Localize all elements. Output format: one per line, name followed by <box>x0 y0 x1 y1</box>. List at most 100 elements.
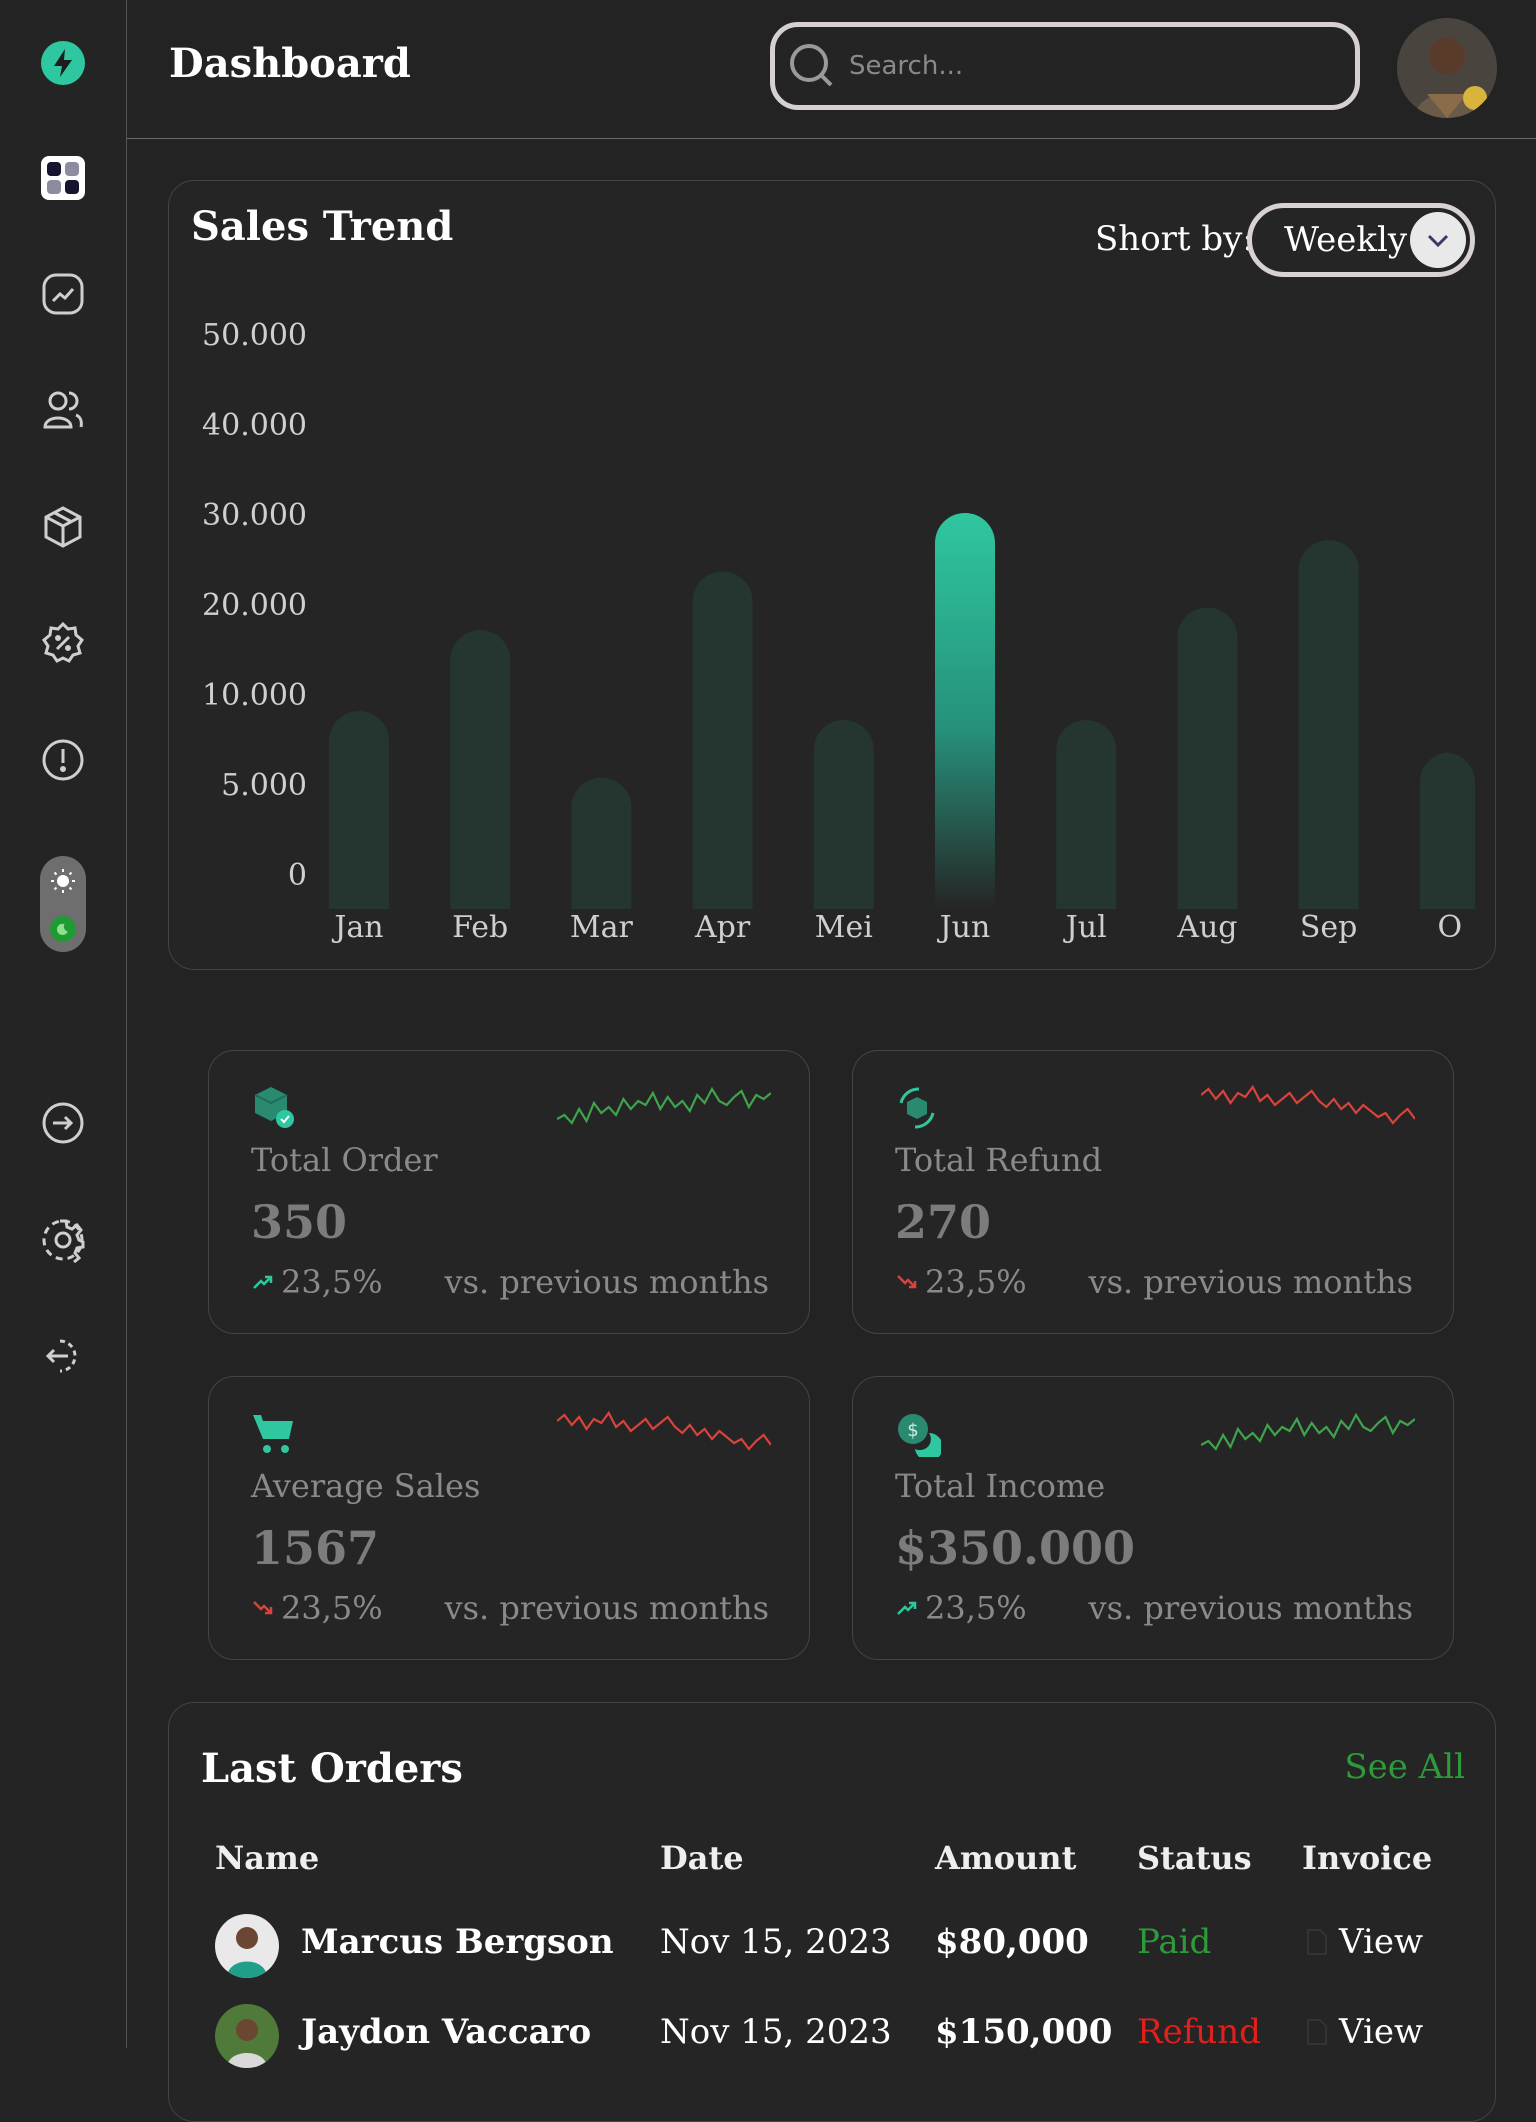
trend-up-icon <box>253 1275 273 1289</box>
chart-icon[interactable] <box>38 269 88 319</box>
stat-change: 23,5% <box>251 1589 383 1627</box>
search-box[interactable] <box>770 22 1360 110</box>
see-all-link[interactable]: See All <box>1344 1747 1465 1787</box>
x-tick-label: Sep <box>1300 910 1358 945</box>
search-input[interactable] <box>847 45 1331 87</box>
x-tick-label: Jan <box>331 910 383 945</box>
stat-change-value: 23,5% <box>281 1589 383 1627</box>
column-header-invoice: Invoice <box>1302 1839 1433 1877</box>
bar-oct[interactable] <box>1419 752 1475 909</box>
alert-icon[interactable] <box>38 735 88 785</box>
x-tick-label: Apr <box>694 910 751 945</box>
stat-card-average-sales: Average Sales 1567 23,5% vs. previous mo… <box>208 1376 810 1660</box>
y-tick-label: 30.000 <box>202 498 307 533</box>
box-icon[interactable] <box>38 502 88 552</box>
column-header-date: Date <box>660 1839 744 1877</box>
bar-apr[interactable] <box>692 571 753 910</box>
bar-feb[interactable] <box>450 630 511 909</box>
grid-icon[interactable] <box>38 153 88 203</box>
sidebar <box>0 0 127 2048</box>
sun-icon <box>51 869 75 893</box>
avatar[interactable] <box>1397 18 1497 118</box>
bar-mei[interactable] <box>813 720 874 909</box>
order-name: Marcus Bergson <box>301 1922 614 1962</box>
bar-aug[interactable] <box>1177 607 1238 910</box>
status-badge: Refund <box>1137 2012 1261 2052</box>
sparkline-total-order <box>557 1086 771 1125</box>
page-title: Dashboard <box>169 40 411 87</box>
x-tick-label: Jul <box>1063 910 1107 945</box>
stat-vs: vs. previous months <box>1088 1589 1413 1627</box>
bar-jun[interactable] <box>935 513 995 909</box>
column-header-status: Status <box>1137 1839 1252 1877</box>
coin-icon: $ <box>898 1414 941 1457</box>
sparkline-path <box>1201 1412 1415 1451</box>
svg-text:$: $ <box>907 1420 918 1441</box>
y-tick-label: 40.000 <box>202 408 307 443</box>
search-icon <box>790 44 833 87</box>
invoice-view-button[interactable]: View <box>1301 1922 1423 1962</box>
stat-change-value: 23,5% <box>925 1263 1027 1301</box>
gear-icon[interactable] <box>38 1215 88 1265</box>
x-tick-label: Mei <box>815 910 873 945</box>
stat-label: Average Sales <box>251 1467 481 1505</box>
avatar <box>215 1914 279 1978</box>
y-tick-label: 5.000 <box>221 768 307 803</box>
order-date: Nov 15, 2023 <box>660 2012 892 2052</box>
order-name: Jaydon Vaccaro <box>301 2012 592 2052</box>
sales-trend-card: Sales Trend Short by: Weekly 0 5.000 10.00… <box>168 180 1496 970</box>
sparkline-path <box>1201 1084 1415 1125</box>
stat-change: 23,5% <box>895 1263 1027 1301</box>
lightning-icon[interactable] <box>38 38 88 88</box>
status-badge: Paid <box>1137 1922 1212 1962</box>
trend-down-icon <box>253 1601 273 1615</box>
invoice-view-button[interactable]: View <box>1301 2012 1423 2052</box>
stat-card-total-refund: Total Refund 270 23,5% vs. previous mont… <box>852 1050 1454 1334</box>
column-header-amount: Amount <box>935 1839 1077 1877</box>
moon-icon <box>50 916 76 942</box>
bar-jul[interactable] <box>1056 720 1117 909</box>
stat-change-value: 23,5% <box>925 1589 1027 1627</box>
trend-up-icon <box>897 1601 917 1615</box>
bar-jan[interactable] <box>329 711 389 909</box>
order-amount: $150,000 <box>935 2012 1113 2052</box>
document-icon <box>1307 2019 1327 2045</box>
invoice-label: View <box>1339 1922 1424 1962</box>
stat-change-value: 23,5% <box>281 1263 383 1301</box>
stat-vs: vs. previous months <box>444 1589 769 1627</box>
users-icon[interactable] <box>38 385 88 435</box>
bar-sep[interactable] <box>1298 540 1359 909</box>
stat-change: 23,5% <box>251 1263 383 1301</box>
y-tick-label: 20.000 <box>202 588 307 623</box>
sales-chart: 0 5.000 10.000 20.000 30.000 40.000 50.000 Jan… <box>202 318 1475 945</box>
stat-label: Total Order <box>251 1141 438 1179</box>
x-tick-label: Jun <box>937 910 991 945</box>
stat-value: 270 <box>895 1195 992 1249</box>
stat-label: Total Income <box>895 1467 1106 1505</box>
sparkline-path <box>557 1410 771 1451</box>
header: Dashboard <box>127 0 1536 139</box>
y-tick-label: 10.000 <box>202 678 307 713</box>
sparkline-path <box>557 1086 771 1125</box>
order-date: Nov 15, 2023 <box>660 1922 892 1962</box>
stat-label: Total Refund <box>895 1141 1103 1179</box>
logout-icon[interactable] <box>38 1331 88 1381</box>
table-row[interactable]: Jaydon Vaccaro Nov 15, 2023 $150,000 Ref… <box>169 2004 1497 2094</box>
bar-mar[interactable] <box>571 777 632 909</box>
x-tick-label: O <box>1437 910 1462 945</box>
y-tick-label: 0 <box>288 858 307 893</box>
last-orders-card: Last Orders See All Name Date Amount Sta… <box>168 1702 1496 2122</box>
refund-icon <box>899 1087 935 1129</box>
x-tick-label: Feb <box>452 910 508 945</box>
invoice-label: View <box>1339 2012 1424 2052</box>
column-header-name: Name <box>215 1839 320 1877</box>
table-row[interactable]: Marcus Bergson Nov 15, 2023 $80,000 Paid… <box>169 1914 1497 2004</box>
stat-value: 1567 <box>251 1521 380 1575</box>
login-icon[interactable] <box>38 1098 88 1148</box>
discount-icon[interactable] <box>38 618 88 668</box>
stat-value: $350.000 <box>895 1521 1136 1575</box>
stat-vs: vs. previous months <box>444 1263 769 1301</box>
theme-toggle[interactable] <box>40 856 86 952</box>
avatar <box>215 2004 279 2068</box>
x-tick-label: Aug <box>1176 910 1237 945</box>
